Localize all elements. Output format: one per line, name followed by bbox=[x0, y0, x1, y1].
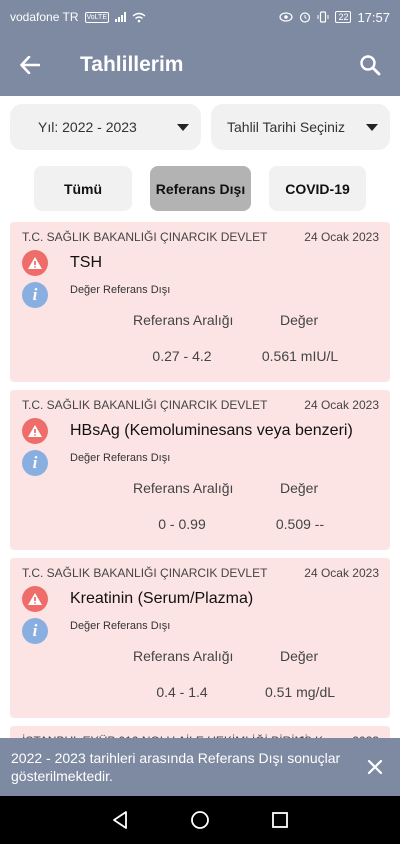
caret-down-icon bbox=[177, 123, 189, 131]
result-value: 0.51 mg/dL bbox=[264, 684, 336, 700]
warning-icon bbox=[22, 250, 48, 276]
volte-badge: VoLTE bbox=[84, 11, 109, 23]
filter-row: Yıl: 2022 - 2023 Tahlil Tarihi Seçiniz bbox=[10, 104, 390, 150]
date-dropdown-value: Tahlil Tarihi Seçiniz bbox=[227, 119, 346, 135]
result-date: 24 Ocak 2023 bbox=[304, 230, 379, 244]
search-icon bbox=[360, 55, 381, 76]
caret-down-icon bbox=[366, 123, 378, 131]
result-status: Değer Referans Dışı bbox=[70, 284, 171, 296]
result-card[interactable]: T.C. SAĞLIK BAKANLIĞI ÇINARCIK DEVLET 24… bbox=[10, 222, 390, 382]
battery-indicator: 22 bbox=[335, 11, 352, 23]
value-header: Değer bbox=[280, 648, 319, 664]
back-button[interactable] bbox=[0, 34, 60, 96]
result-value: 0.561 mIU/L bbox=[261, 348, 339, 364]
reference-range-header: Referans Aralığı bbox=[133, 312, 234, 328]
reference-range: 0 - 0.99 bbox=[158, 516, 206, 532]
info-icon[interactable]: i bbox=[22, 282, 48, 308]
reference-range-header: Referans Aralığı bbox=[133, 648, 234, 664]
carrier-name: vodafone TR bbox=[10, 10, 79, 24]
square-recents-icon bbox=[272, 812, 288, 828]
result-card[interactable]: T.C. SAĞLIK BAKANLIĞI ÇINARCIK DEVLET 24… bbox=[10, 558, 390, 718]
test-name: HBsAg (Kemoluminesans veya benzeri) bbox=[70, 422, 353, 439]
status-left: vodafone TR VoLTE bbox=[10, 10, 146, 24]
value-header: Değer bbox=[280, 480, 319, 496]
close-icon bbox=[367, 759, 383, 775]
warning-icon bbox=[22, 418, 48, 444]
result-status: Değer Referans Dışı bbox=[70, 452, 171, 464]
result-value: 0.509 -- bbox=[275, 516, 325, 532]
reference-range-header: Referans Aralığı bbox=[133, 480, 234, 496]
year-dropdown-value: Yıl: 2022 - 2023 bbox=[38, 119, 137, 135]
search-button[interactable] bbox=[340, 34, 400, 96]
system-nav-bar bbox=[0, 796, 400, 844]
alarm-icon bbox=[300, 12, 311, 23]
arrow-left-icon bbox=[20, 56, 40, 74]
eye-icon bbox=[279, 12, 294, 22]
test-name: Kreatinin (Serum/Plazma) bbox=[70, 590, 254, 607]
result-tabs: Tümü Referans Dışı COVID-19 bbox=[0, 166, 400, 212]
tab-out-of-reference[interactable]: Referans Dışı bbox=[150, 166, 251, 211]
date-dropdown[interactable]: Tahlil Tarihi Seçiniz bbox=[211, 104, 390, 150]
clock: 17:57 bbox=[357, 9, 390, 25]
value-header: Değer bbox=[280, 312, 319, 328]
result-date: 24 Ocak 2023 bbox=[304, 398, 379, 412]
hospital-name: T.C. SAĞLIK BAKANLIĞI ÇINARCIK DEVLET bbox=[22, 566, 268, 580]
signal-icon bbox=[115, 12, 126, 22]
year-dropdown[interactable]: Yıl: 2022 - 2023 bbox=[10, 104, 201, 150]
test-name: TSH bbox=[70, 254, 102, 271]
hospital-name: T.C. SAĞLIK BAKANLIĞI ÇINARCIK DEVLET bbox=[22, 230, 268, 244]
info-icon[interactable]: i bbox=[22, 450, 48, 476]
status-bar: vodafone TR VoLTE 22 17:57 bbox=[0, 0, 400, 34]
info-icon[interactable]: i bbox=[22, 618, 48, 644]
app-bar: Tahlillerim bbox=[0, 34, 400, 96]
vibrate-icon bbox=[317, 11, 329, 23]
result-date: 24 Ocak 2023 bbox=[304, 566, 379, 580]
snackbar: 2022 - 2023 tarihleri arasında Referans … bbox=[0, 738, 400, 796]
status-right: 22 17:57 bbox=[279, 10, 390, 25]
snackbar-message: 2022 - 2023 tarihleri arasında Referans … bbox=[11, 750, 341, 784]
snackbar-close-button[interactable] bbox=[364, 756, 386, 778]
tab-covid-19[interactable]: COVID-19 bbox=[269, 166, 366, 211]
circle-home-icon bbox=[191, 811, 209, 829]
nav-recents-button[interactable] bbox=[260, 800, 300, 840]
triangle-back-icon bbox=[113, 811, 127, 829]
warning-icon bbox=[22, 586, 48, 612]
reference-range: 0.27 - 4.2 bbox=[152, 348, 212, 364]
nav-home-button[interactable] bbox=[180, 800, 220, 840]
result-card[interactable]: T.C. SAĞLIK BAKANLIĞI ÇINARCIK DEVLET 24… bbox=[10, 390, 390, 550]
nav-back-button[interactable] bbox=[100, 800, 140, 840]
reference-range: 0.4 - 1.4 bbox=[156, 684, 208, 700]
hospital-name: T.C. SAĞLIK BAKANLIĞI ÇINARCIK DEVLET bbox=[22, 398, 268, 412]
page-title: Tahlillerim bbox=[80, 53, 184, 76]
wifi-icon bbox=[132, 12, 146, 22]
result-status: Değer Referans Dışı bbox=[70, 620, 171, 632]
tab-all[interactable]: Tümü bbox=[34, 166, 132, 211]
